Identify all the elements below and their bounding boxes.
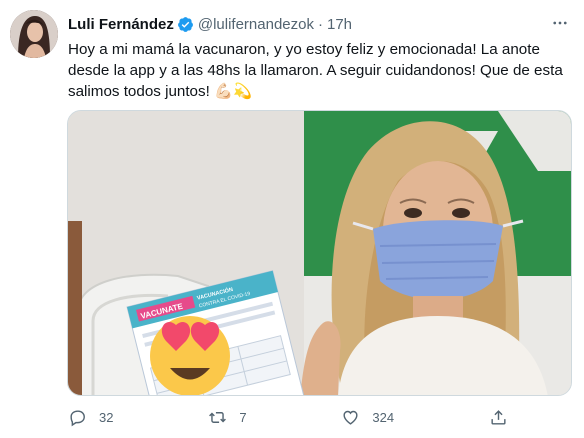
tweet-text: Hoy a mi mamá la vacunaron, y yo estoy f…	[68, 41, 563, 100]
more-icon[interactable]	[550, 13, 570, 33]
verified-badge-icon	[177, 16, 193, 32]
retweet-icon	[209, 411, 227, 423]
tweet-card[interactable]: Luli Fernández @lulifernandezok · 17h Ho…	[0, 0, 584, 438]
reply-icon	[70, 409, 85, 426]
avatar[interactable]	[10, 10, 58, 58]
author-handle[interactable]: @lulifernandezok	[198, 16, 314, 33]
author-name[interactable]: Luli Fernández	[68, 16, 174, 33]
tweet-photo[interactable]: VACUNATE VACUNACIÓN CONTRA EL COVID-19	[67, 110, 572, 396]
retweet-count: 7	[239, 409, 247, 425]
like-count: 324	[372, 409, 395, 425]
heart-eyes-emoji-icon	[150, 316, 230, 395]
separator-dot: ·	[317, 15, 323, 33]
heart-icon	[343, 410, 358, 425]
tweet-timestamp[interactable]: 17h	[327, 16, 352, 33]
tweet-header: Luli Fernández @lulifernandezok · 17h	[68, 13, 572, 35]
reply-button[interactable]: 32	[68, 408, 113, 427]
like-button[interactable]: 324	[341, 408, 394, 427]
retweet-button[interactable]: 7	[208, 408, 247, 427]
share-icon	[491, 409, 506, 425]
reply-count: 32	[99, 409, 114, 425]
tweet-actions: 32 7 324	[68, 405, 508, 429]
share-button[interactable]	[489, 408, 508, 427]
